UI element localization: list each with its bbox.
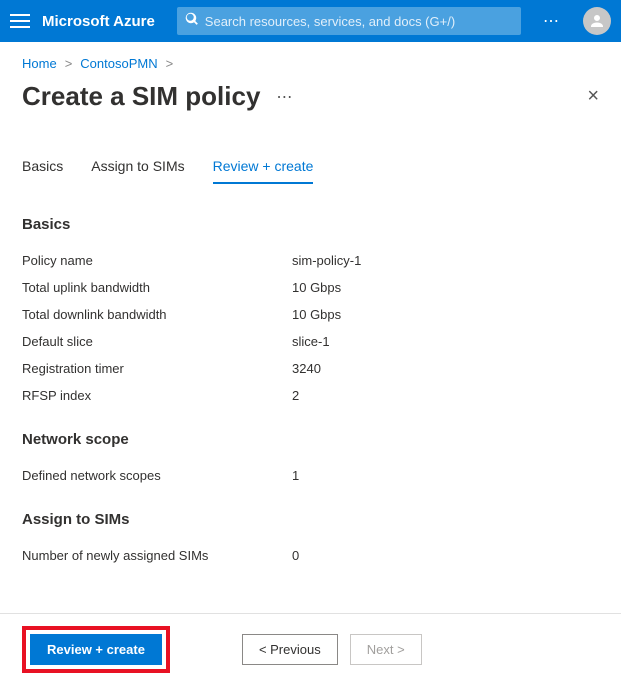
breadcrumb-sep: > [65, 56, 73, 71]
tab-review-create[interactable]: Review + create [213, 150, 314, 184]
review-content: Basics Policy name sim-policy-1 Total up… [0, 184, 621, 579]
value-rfsp: 2 [292, 388, 299, 403]
value-policy-name: sim-policy-1 [292, 253, 361, 268]
tab-basics[interactable]: Basics [22, 150, 63, 184]
brand-label: Microsoft Azure [42, 13, 155, 30]
page-title: Create a SIM policy [22, 81, 260, 112]
page-header: Create a SIM policy ⋯ × [0, 77, 621, 130]
section-network-title: Network scope [22, 431, 599, 448]
row-scopes: Defined network scopes 1 [22, 462, 599, 489]
tab-assign-sims[interactable]: Assign to SIMs [91, 150, 184, 184]
page-more-icon[interactable]: ⋯ [276, 87, 294, 107]
value-scopes: 1 [292, 468, 299, 483]
label-policy-name: Policy name [22, 253, 292, 268]
row-uplink: Total uplink bandwidth 10 Gbps [22, 274, 599, 301]
review-create-button[interactable]: Review + create [30, 634, 162, 665]
row-policy-name: Policy name sim-policy-1 [22, 247, 599, 274]
highlight-box: Review + create [22, 626, 170, 673]
section-basics-title: Basics [22, 216, 599, 233]
search-input[interactable] [199, 14, 513, 29]
value-sims: 0 [292, 548, 299, 563]
section-assign-title: Assign to SIMs [22, 511, 599, 528]
value-slice: slice-1 [292, 334, 330, 349]
search-icon [185, 12, 199, 31]
row-rfsp: RFSP index 2 [22, 382, 599, 409]
label-slice: Default slice [22, 334, 292, 349]
breadcrumb: Home > ContosoPMN > [0, 42, 621, 77]
close-icon[interactable]: × [587, 85, 599, 108]
row-downlink: Total downlink bandwidth 10 Gbps [22, 301, 599, 328]
row-default-slice: Default slice slice-1 [22, 328, 599, 355]
label-reg-timer: Registration timer [22, 361, 292, 376]
tab-strip: Basics Assign to SIMs Review + create [0, 150, 621, 184]
row-reg-timer: Registration timer 3240 [22, 355, 599, 382]
wizard-footer: Review + create < Previous Next > [0, 613, 621, 685]
breadcrumb-item[interactable]: ContosoPMN [80, 56, 157, 71]
label-uplink: Total uplink bandwidth [22, 280, 292, 295]
hamburger-menu-icon[interactable] [10, 11, 30, 31]
global-search[interactable] [177, 7, 521, 35]
value-downlink: 10 Gbps [292, 307, 341, 322]
value-uplink: 10 Gbps [292, 280, 341, 295]
user-avatar[interactable] [583, 7, 611, 35]
label-downlink: Total downlink bandwidth [22, 307, 292, 322]
topbar-more-icon[interactable]: ⋯ [543, 11, 561, 31]
breadcrumb-home[interactable]: Home [22, 56, 57, 71]
breadcrumb-sep: > [166, 56, 174, 71]
previous-button[interactable]: < Previous [242, 634, 338, 665]
value-reg-timer: 3240 [292, 361, 321, 376]
label-rfsp: RFSP index [22, 388, 292, 403]
row-sims: Number of newly assigned SIMs 0 [22, 542, 599, 569]
top-bar: Microsoft Azure ⋯ [0, 0, 621, 42]
next-button: Next > [350, 634, 422, 665]
label-sims: Number of newly assigned SIMs [22, 548, 292, 563]
label-scopes: Defined network scopes [22, 468, 292, 483]
